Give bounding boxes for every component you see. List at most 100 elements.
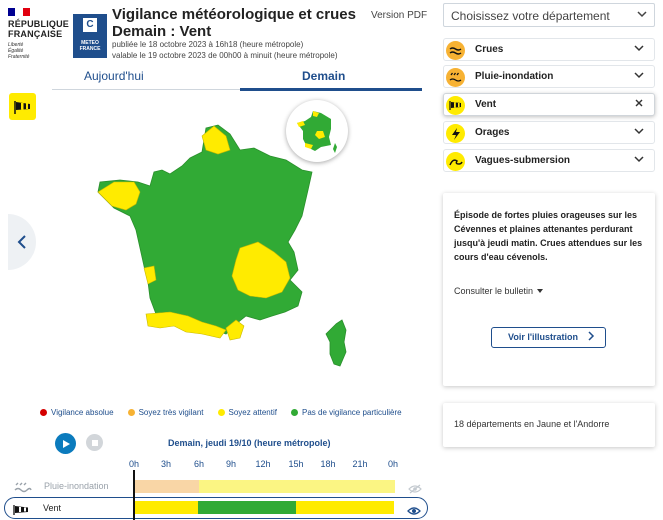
caret-down-icon — [536, 286, 544, 296]
chevron-down-icon — [633, 42, 645, 57]
rain-flood-icon — [446, 68, 465, 87]
timeline-row-label: Vent — [43, 503, 62, 513]
department-select-value: Choisissez votre département — [451, 9, 610, 23]
view-illustration-label: Voir l'illustration — [508, 332, 578, 342]
valid-date: valable le 19 octobre 2023 de 00h00 à mi… — [112, 51, 338, 60]
meteo-france-logo-text: METEO FRANCE — [79, 40, 101, 52]
republique-francaise-logo: RÉPUBLIQUE FRANÇAISE — [8, 19, 70, 39]
logos: RÉPUBLIQUE FRANÇAISE Liberté Égalité Fra… — [6, 6, 107, 62]
yellow-dot-icon — [217, 409, 225, 416]
risk-label: Crues — [475, 44, 504, 55]
hour-label: 18h — [320, 459, 336, 469]
chevron-down-icon — [633, 125, 645, 140]
risk-label: Vagues-submersion — [475, 155, 571, 166]
page-title: Vigilance météorologique et crues Demain… — [112, 6, 356, 40]
chevron-down-icon — [633, 69, 645, 84]
risk-item-crues[interactable]: Crues — [443, 38, 655, 61]
windsock-icon — [13, 503, 31, 520]
legend-label: Pas de vigilance particulière — [301, 408, 402, 417]
red-dot-icon — [40, 409, 47, 416]
legend-label: Soyez attentif — [228, 408, 277, 417]
legend-item-orange: Soyez très vigilant — [127, 408, 204, 417]
orange-dot-icon — [127, 409, 135, 416]
bulletin-link-label: Consulter le bulletin — [454, 286, 534, 296]
timeline-row-label: Pluie-inondation — [44, 481, 109, 491]
wind-yellow-segment-1 — [134, 501, 198, 514]
active-tab-indicator — [240, 88, 422, 91]
french-flag-icon — [8, 8, 30, 16]
france-map — [97, 124, 313, 335]
hour-label: 6h — [193, 459, 205, 469]
corsica — [325, 319, 347, 367]
legend-item-green: Pas de vigilance particulière — [290, 408, 402, 417]
timeline-title: Demain, jeudi 19/10 (heure métropole) — [168, 438, 331, 448]
france-mini-map — [297, 111, 337, 153]
stop-icon — [91, 439, 98, 446]
published-date: publiée le 18 octobre 2023 à 16h18 (heur… — [112, 40, 304, 49]
hour-label: 21h — [352, 459, 368, 469]
view-illustration-button[interactable]: Voir l'illustration — [491, 327, 606, 348]
hour-label: 15h — [288, 459, 304, 469]
meteo-france-mark-icon: C — [83, 18, 97, 32]
stop-button[interactable] — [86, 434, 103, 451]
chevron-down-icon — [633, 153, 645, 168]
summary-text: 18 départements en Jaune et l'Andorre — [454, 419, 610, 429]
bulletin-dropdown[interactable]: Consulter le bulletin — [454, 286, 544, 296]
play-icon — [62, 439, 70, 448]
department-select[interactable]: Choisissez votre département — [443, 3, 655, 27]
bulletin-text: Épisode de fortes pluies orageuses sur l… — [454, 210, 643, 262]
lightning-icon — [446, 124, 465, 143]
play-button[interactable] — [55, 433, 76, 454]
risk-item-pluie-inondation[interactable]: Pluie-inondation — [443, 65, 655, 88]
green-dot-icon — [290, 409, 298, 416]
chevron-left-icon — [17, 235, 26, 249]
legend-label: Soyez très vigilant — [138, 408, 204, 417]
vigilance-map[interactable] — [90, 120, 380, 380]
summary-panel: 18 départements en Jaune et l'Andorre — [443, 403, 655, 447]
chevron-right-icon — [587, 331, 595, 344]
legend-item-yellow: Soyez attentif — [217, 408, 277, 417]
tab-today[interactable]: Aujourd'hui — [84, 69, 144, 83]
eye-icon[interactable] — [407, 503, 421, 520]
wind-green-segment — [198, 501, 296, 514]
crues-icon — [446, 41, 465, 60]
risk-item-vent[interactable]: Vent — [443, 93, 655, 116]
risk-item-orages[interactable]: Orages — [443, 121, 655, 144]
wind-icon[interactable] — [9, 93, 36, 120]
page-title-line2: Demain : Vent — [112, 23, 212, 40]
timeline-row-wind[interactable]: Vent — [4, 497, 428, 519]
windsock-icon — [446, 96, 465, 115]
close-icon[interactable] — [633, 97, 645, 112]
windsock-icon — [13, 100, 30, 114]
pdf-version-link[interactable]: Version PDF — [371, 10, 427, 21]
rain-yellow-segment — [199, 480, 395, 493]
legend-item-red: Vigilance absolue — [40, 408, 114, 417]
wind-yellow-segment-2 — [296, 501, 394, 514]
day-tabs: Aujourd'hui Demain — [52, 66, 422, 91]
legend: Vigilance absolue Soyez très vigilant So… — [40, 408, 402, 417]
page-title-line1: Vigilance météorologique et crues — [112, 6, 356, 23]
bulletin-panel: Épisode de fortes pluies orageuses sur l… — [443, 193, 655, 386]
timeline-hours: 0h 3h 6h 9h 12h 15h 18h 21h 0h — [0, 459, 663, 471]
wave-icon — [446, 152, 465, 171]
validity-info: publiée le 18 octobre 2023 à 16h18 (heur… — [112, 39, 337, 61]
meteo-france-logo: C METEO FRANCE — [73, 14, 107, 58]
motto: Liberté Égalité Fraternité — [8, 42, 30, 60]
hour-label: 9h — [225, 459, 237, 469]
risk-item-vagues-submersion[interactable]: Vagues-submersion — [443, 149, 655, 172]
overview-inset[interactable] — [286, 100, 348, 162]
hour-label: 0h — [387, 459, 399, 469]
hour-label: 3h — [160, 459, 172, 469]
risk-label: Vent — [475, 99, 497, 110]
risk-label: Orages — [475, 127, 510, 138]
timeline-row-rain[interactable]: Pluie-inondation — [4, 478, 428, 496]
hour-label: 12h — [255, 459, 271, 469]
risk-label: Pluie-inondation — [475, 71, 554, 82]
timeline-cursor[interactable] — [133, 470, 135, 520]
tab-tomorrow[interactable]: Demain — [302, 69, 345, 83]
chevron-down-icon — [636, 8, 648, 23]
previous-arrow-button[interactable] — [8, 214, 36, 270]
rain-orange-segment — [135, 480, 199, 493]
legend-label: Vigilance absolue — [51, 408, 114, 417]
hour-label: 0h — [128, 459, 140, 469]
